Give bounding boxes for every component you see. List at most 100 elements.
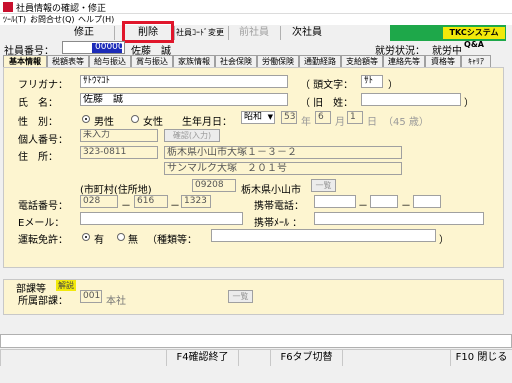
- mobile-area-input[interactable]: [314, 195, 356, 208]
- old-surname-label: （ 旧 姓：: [300, 98, 354, 109]
- birth-month-unit: 月: [335, 117, 345, 128]
- license-no-radio[interactable]: [117, 233, 125, 241]
- next-employee-button[interactable]: 次社員: [282, 25, 332, 41]
- postal-code-input[interactable]: 323-0811: [80, 146, 158, 159]
- brand-logo: TKCシステムQ&A: [443, 27, 505, 49]
- function-key-bar: F4確認終了 F6タブ切替 F10 閉じる: [0, 349, 512, 366]
- chevron-down-icon: ▼: [267, 113, 273, 121]
- menu-tools[interactable]: ﾂｰﾙ(T): [3, 14, 26, 25]
- app-icon: [3, 2, 13, 12]
- old-surname-close: ）: [464, 98, 474, 109]
- email-input[interactable]: [80, 212, 243, 225]
- gender-label: 性 別：: [18, 117, 58, 128]
- tab-qualifications[interactable]: 資格等: [425, 55, 461, 67]
- fkey-empty: [342, 350, 450, 366]
- tab-tax-table[interactable]: 税額表等: [47, 55, 89, 67]
- department-list-button[interactable]: 一覧: [228, 290, 253, 303]
- fkey-empty: [238, 350, 270, 366]
- tab-payment-amount[interactable]: 支給額等: [341, 55, 383, 67]
- status-bar: [0, 334, 512, 348]
- gender-male-radio[interactable]: [82, 115, 90, 123]
- highlight-box: [122, 21, 174, 43]
- birth-month-input[interactable]: 6: [315, 111, 331, 124]
- city-code-input[interactable]: 09208: [192, 179, 236, 192]
- mobile-last-input[interactable]: [413, 195, 441, 208]
- basic-info-panel: フリガナ： ｻﾄｳﾏｺﾄ （ 頭文字： ｻﾄ ） 氏 名： 佐藤 誠 （ 旧 姓…: [3, 67, 504, 268]
- toolbar-divider: [280, 26, 281, 40]
- license-type-input[interactable]: [211, 229, 436, 242]
- initial-input[interactable]: ｻﾄ: [361, 75, 383, 88]
- department-panel: 部課等 解説 所属部課： 001 本社 一覧: [3, 279, 504, 315]
- city-name: 栃木県小山市: [241, 185, 301, 196]
- age-display: （45 歳）: [383, 117, 429, 128]
- birth-year-unit: 年: [301, 117, 311, 128]
- tab-family-info[interactable]: 家族情報: [173, 55, 215, 67]
- tab-career[interactable]: ｷｬﾘｱ: [461, 55, 491, 67]
- phone-area-input[interactable]: 028: [80, 195, 118, 208]
- license-yes-label: 有: [94, 235, 104, 246]
- mobile-middle-input[interactable]: [370, 195, 398, 208]
- license-yes-radio[interactable]: [82, 233, 90, 241]
- tab-bonus-transfer[interactable]: 賞与振込: [131, 55, 173, 67]
- tab-commute-route[interactable]: 通勤経路: [299, 55, 341, 67]
- furigana-label: フリガナ：: [18, 80, 68, 91]
- initial-close: ）: [388, 80, 398, 91]
- my-number-label: 個人番号：: [18, 135, 68, 146]
- license-no-label: 無: [128, 235, 138, 246]
- driver-license-label: 運転免許：: [18, 235, 68, 246]
- mobile-dash: －: [358, 201, 368, 212]
- gender-female-label: 女性: [143, 117, 163, 128]
- fkey-empty: [0, 350, 166, 366]
- employee-number-value: 00000: [95, 42, 124, 52]
- my-number-input[interactable]: 未入力: [80, 129, 158, 142]
- birth-year-input[interactable]: 53: [281, 111, 297, 124]
- phone-last-input[interactable]: 1323: [181, 195, 211, 208]
- phone-middle-input[interactable]: 616: [134, 195, 168, 208]
- my-number-confirm-button[interactable]: 確認(入力): [164, 129, 220, 142]
- change-code-button[interactable]: 社員ｺｰﾄﾞ変更: [174, 25, 226, 41]
- address-line2-input[interactable]: サンマルク大塚 ２０１号: [164, 162, 402, 175]
- birth-day-input[interactable]: 1: [347, 111, 363, 124]
- initial-label: （ 頭文字：: [300, 80, 354, 91]
- tab-labor-insurance[interactable]: 労働保険: [257, 55, 299, 67]
- era-select-value: 昭和: [244, 112, 263, 122]
- license-type-close: ）: [439, 235, 449, 246]
- mobile-mail-input[interactable]: [314, 212, 484, 225]
- era-select[interactable]: 昭和 ▼: [241, 111, 275, 124]
- toolbar-divider: [114, 26, 115, 40]
- window-title: 社員情報の確認・修正: [16, 4, 107, 14]
- f4-confirm-button[interactable]: F4確認終了: [166, 350, 238, 366]
- tab-bar: 基本情報 税額表等 給与振込 賞与振込 家族情報 社会保険 労働保険 通勤経路 …: [3, 55, 512, 68]
- tab-salary-transfer[interactable]: 給与振込: [89, 55, 131, 67]
- name-input[interactable]: 佐藤 誠: [80, 93, 288, 106]
- menu-help[interactable]: ヘルプ(H): [78, 14, 114, 25]
- gender-male-label: 男性: [94, 117, 114, 128]
- menu-inquiry[interactable]: お問合せ(Q): [30, 14, 75, 25]
- city-list-button[interactable]: 一覧: [311, 179, 336, 192]
- prev-employee-button[interactable]: 前社員: [230, 25, 278, 41]
- email-label: Eメール：: [18, 218, 65, 229]
- address-label: 住 所：: [18, 152, 58, 163]
- tab-social-insurance[interactable]: 社会保険: [215, 55, 257, 67]
- address-line1-input[interactable]: 栃木県小山市大塚１－３－２: [164, 146, 402, 159]
- birthdate-label: 生年月日：: [182, 117, 232, 128]
- furigana-input[interactable]: ｻﾄｳﾏｺﾄ: [80, 75, 288, 88]
- gender-female-radio[interactable]: [131, 115, 139, 123]
- mobile-label: 携帯電話：: [254, 201, 304, 212]
- phone-label: 電話番号：: [18, 201, 68, 212]
- explanation-tag[interactable]: 解説: [56, 280, 76, 291]
- department-code-input[interactable]: 001: [80, 290, 102, 303]
- old-surname-input[interactable]: [361, 93, 461, 106]
- license-type-label: （種類等：: [147, 235, 197, 246]
- tab-contact[interactable]: 連絡先等: [383, 55, 425, 67]
- f10-close-button[interactable]: F10 閉じる: [450, 350, 512, 366]
- department-name: 本社: [106, 296, 126, 307]
- name-label: 氏 名：: [18, 98, 58, 109]
- mobile-mail-label: 携帯ﾒｰﾙ ：: [254, 218, 303, 229]
- phone-dash: －: [121, 201, 131, 212]
- edit-button[interactable]: 修正: [58, 25, 110, 41]
- birth-day-unit: 日: [367, 117, 377, 128]
- toolbar-divider: [228, 26, 229, 40]
- department-label: 所属部課：: [18, 296, 68, 307]
- f6-tab-switch-button[interactable]: F6タブ切替: [270, 350, 342, 366]
